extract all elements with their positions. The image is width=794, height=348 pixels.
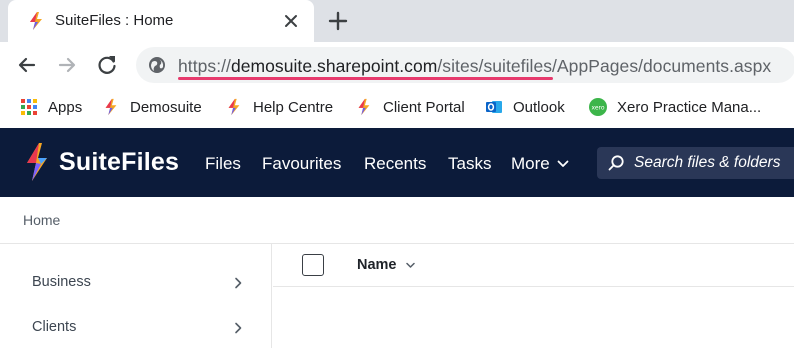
svg-text:xero: xero (591, 105, 604, 112)
file-list-header: Name (273, 244, 794, 287)
bookmark-label: Help Centre (253, 98, 334, 116)
chevron-right-icon (235, 277, 242, 289)
url-scheme: https:// (178, 56, 231, 76)
sidebar-item-business[interactable]: Business (0, 263, 271, 303)
suitefiles-icon (358, 98, 370, 116)
breadcrumb: Home (0, 197, 794, 244)
new-tab-icon[interactable] (324, 7, 352, 35)
nav-more[interactable]: More (511, 154, 550, 174)
chevron-down-icon[interactable] (557, 159, 569, 169)
apps-grid-icon (21, 99, 37, 115)
nav-files[interactable]: Files (205, 154, 241, 174)
bookmark-client-portal[interactable]: Client Portal (355, 96, 465, 118)
url-text: https://demosuite.sharepoint.com/sites/s… (178, 56, 771, 77)
app-header: SuiteFiles Files Favourites Recents Task… (0, 128, 794, 197)
outlook-icon (486, 101, 502, 113)
url-path-highlight: /sites/suitefiles (437, 56, 553, 76)
select-all-checkbox[interactable] (302, 254, 324, 276)
xero-icon: xero (589, 98, 607, 116)
bookmark-label: Xero Practice Mana... (617, 98, 762, 116)
browser-tab-active[interactable]: SuiteFiles : Home (8, 0, 314, 42)
brand-name[interactable]: SuiteFiles (59, 148, 179, 177)
bookmarks-bar: Apps Demosuite Help Centre Client Portal… (0, 88, 794, 128)
url-path: /AppPages/documents.aspx (552, 56, 772, 76)
breadcrumb-home[interactable]: Home (23, 212, 60, 228)
nav-tasks[interactable]: Tasks (448, 154, 491, 174)
column-header-name[interactable]: Name (357, 257, 397, 273)
nav-recents[interactable]: Recents (364, 154, 426, 174)
back-arrow-icon[interactable] (14, 52, 40, 78)
bookmark-apps[interactable]: Apps (20, 96, 82, 118)
bookmark-outlook[interactable]: Outlook (485, 96, 565, 118)
suitefiles-icon (30, 12, 42, 30)
browser-toolbar: https://demosuite.sharepoint.com/sites/s… (0, 42, 794, 88)
suitefiles-icon (228, 98, 240, 116)
chevron-down-icon[interactable] (406, 262, 415, 269)
reload-icon[interactable] (94, 52, 120, 78)
tab-title: SuiteFiles : Home (55, 12, 174, 29)
suitefiles-logo-icon[interactable] (24, 142, 50, 182)
search-input[interactable]: Search files & folders (634, 154, 780, 172)
url-highlight-underline (178, 77, 553, 80)
search-box[interactable]: Search files & folders (597, 147, 794, 179)
chevron-right-icon (235, 322, 242, 334)
browser-tab-strip: SuiteFiles : Home (0, 0, 794, 42)
bookmark-help-centre[interactable]: Help Centre (225, 96, 333, 118)
suitefiles-icon (105, 98, 117, 116)
sidebar-item-clients[interactable]: Clients (0, 308, 271, 348)
address-bar[interactable]: https://demosuite.sharepoint.com/sites/s… (136, 47, 794, 83)
bookmark-xero[interactable]: xero Xero Practice Mana... (589, 96, 761, 118)
search-icon (608, 155, 624, 171)
globe-icon[interactable] (148, 56, 166, 74)
bookmark-label: Apps (48, 98, 83, 116)
sidebar-item-label: Business (32, 274, 91, 290)
bookmark-label: Demosuite (130, 98, 202, 116)
bookmark-label: Outlook (513, 98, 565, 116)
bookmark-label: Client Portal (383, 98, 465, 116)
bookmark-demosuite[interactable]: Demosuite (102, 96, 202, 118)
url-domain: demosuite.sharepoint.com (230, 56, 438, 76)
forward-arrow-icon[interactable] (54, 52, 80, 78)
close-icon[interactable] (279, 9, 303, 33)
sidebar-item-label: Clients (32, 319, 77, 335)
nav-favourites[interactable]: Favourites (262, 154, 341, 174)
sidebar: Business Clients (0, 244, 272, 348)
